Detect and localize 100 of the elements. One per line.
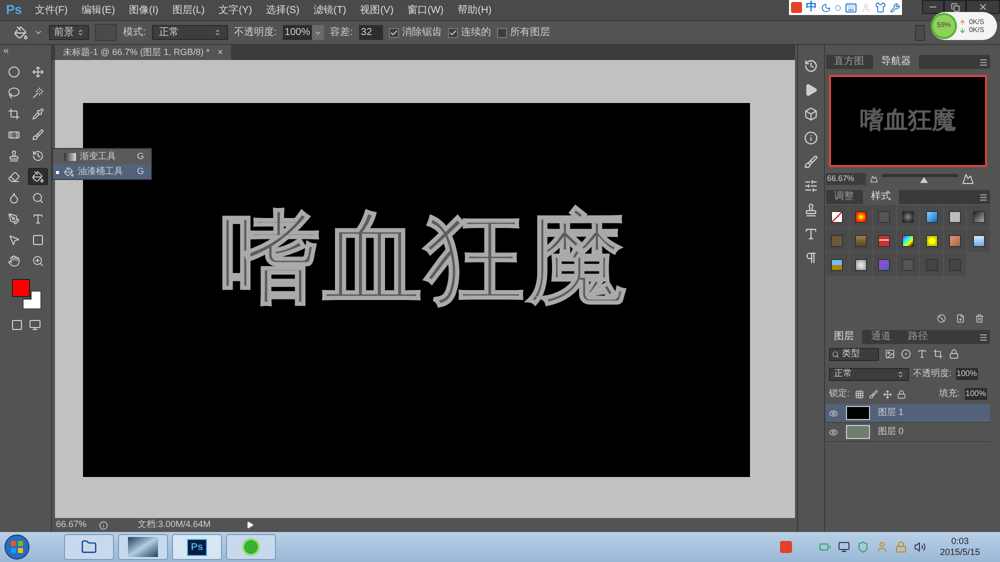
layer-row[interactable]: 图层 0 bbox=[826, 423, 990, 442]
option-checkbox[interactable] bbox=[448, 28, 458, 38]
close-tab-button[interactable]: × bbox=[218, 46, 223, 60]
panel-tab[interactable]: 图层 bbox=[826, 330, 862, 344]
background-color-swatch[interactable] bbox=[22, 291, 40, 309]
lock-pixels-icon[interactable] bbox=[868, 390, 878, 398]
zoom-slider-thumb[interactable] bbox=[920, 177, 928, 183]
style-swatch-icon[interactable] bbox=[878, 210, 890, 222]
paint-bucket-tool[interactable] bbox=[28, 168, 48, 185]
taskbar-app[interactable] bbox=[118, 534, 168, 560]
visibility-icon[interactable] bbox=[829, 408, 838, 418]
fill-field[interactable]: 100% bbox=[964, 388, 987, 400]
close-button[interactable] bbox=[966, 0, 1000, 14]
tolerance-field[interactable]: 32 bbox=[358, 25, 383, 40]
panel-menu-icon[interactable] bbox=[979, 332, 988, 342]
panel-menu-icon[interactable] bbox=[979, 192, 988, 202]
punctuation-icon[interactable] bbox=[835, 4, 841, 10]
minimize-button[interactable] bbox=[922, 0, 944, 14]
style-swatch-icon[interactable] bbox=[854, 210, 867, 222]
tool-presets-icon[interactable] bbox=[804, 203, 818, 217]
zoom-in-icon[interactable] bbox=[962, 173, 974, 185]
volume-icon[interactable] bbox=[914, 541, 926, 553]
sliders-icon[interactable] bbox=[804, 179, 818, 193]
foreground-color-swatch[interactable] bbox=[12, 279, 30, 297]
style-swatch-icon[interactable] bbox=[926, 234, 938, 246]
shirt-icon[interactable] bbox=[875, 2, 886, 13]
menu-item[interactable]: 图层(L) bbox=[165, 2, 212, 18]
navigator-zoom[interactable]: 66.67% bbox=[826, 173, 866, 185]
taskbar-app[interactable] bbox=[64, 534, 114, 560]
fill-source-select[interactable]: 前景 bbox=[49, 25, 89, 40]
menu-item[interactable]: 编辑(E) bbox=[74, 2, 122, 18]
menu-item[interactable]: 选择(S) bbox=[259, 2, 306, 18]
panel-tab[interactable]: 样式 bbox=[863, 190, 899, 204]
menu-item[interactable]: 窗口(W) bbox=[400, 2, 451, 18]
menu-item[interactable]: 滤镜(T) bbox=[306, 2, 354, 18]
style-swatch-icon[interactable] bbox=[854, 258, 867, 270]
mode-select[interactable]: 正常 bbox=[152, 25, 228, 40]
monitor-icon[interactable] bbox=[838, 541, 850, 553]
menu-item[interactable]: 图像(I) bbox=[122, 2, 166, 18]
zoom-out-icon[interactable] bbox=[870, 175, 878, 183]
style-swatch-icon[interactable] bbox=[902, 234, 914, 246]
option-checkbox[interactable] bbox=[496, 28, 507, 38]
taskbar-app[interactable]: Ps bbox=[172, 534, 222, 560]
delete-icon[interactable] bbox=[975, 314, 984, 323]
flyout-item[interactable]: 油漆桶工具 G bbox=[53, 164, 151, 179]
style-swatch-icon[interactable] bbox=[949, 234, 962, 246]
style-swatch-icon[interactable] bbox=[972, 234, 985, 246]
flyout-item[interactable]: 渐变工具 G bbox=[53, 149, 151, 164]
menu-item[interactable]: 视图(V) bbox=[353, 2, 401, 18]
quick-mask-icon[interactable] bbox=[10, 319, 22, 331]
screen-mode-icon[interactable] bbox=[28, 319, 40, 331]
status-info-icon[interactable] bbox=[98, 520, 108, 530]
character-panel-icon[interactable] bbox=[804, 227, 818, 241]
smart-object-filter-icon[interactable] bbox=[949, 349, 959, 359]
pixel-filter-icon[interactable] bbox=[885, 349, 895, 359]
info-panel-icon[interactable] bbox=[804, 131, 818, 145]
option-checkbox[interactable] bbox=[388, 28, 399, 38]
style-swatch-icon[interactable] bbox=[831, 234, 844, 246]
lock-position-icon[interactable] bbox=[882, 390, 892, 398]
document-tab[interactable]: 未标题-1 @ 66.7% (图层 1, RGB/8) * × bbox=[55, 45, 231, 60]
style-swatch-icon[interactable] bbox=[926, 210, 938, 222]
brush-presets-icon[interactable] bbox=[804, 155, 818, 169]
style-swatch-icon[interactable] bbox=[949, 210, 962, 222]
shape-filter-icon[interactable] bbox=[933, 349, 943, 359]
style-swatch-icon[interactable] bbox=[972, 210, 985, 222]
new-style-icon[interactable] bbox=[956, 314, 965, 323]
wrench-icon[interactable] bbox=[890, 2, 900, 12]
style-swatch-icon[interactable] bbox=[831, 258, 844, 270]
style-swatch-icon[interactable] bbox=[902, 258, 914, 270]
actions-panel-icon[interactable] bbox=[804, 83, 818, 97]
adjustment-filter-icon[interactable] bbox=[901, 349, 911, 359]
history-panel-icon[interactable] bbox=[804, 59, 818, 73]
panel-menu-icon[interactable] bbox=[979, 58, 988, 66]
style-swatch-icon[interactable] bbox=[878, 234, 890, 246]
blend-mode-select[interactable]: 正常 bbox=[829, 368, 909, 380]
moon-icon[interactable] bbox=[821, 2, 831, 12]
menu-item[interactable]: 文件(F) bbox=[28, 2, 75, 18]
paint-bucket-icon[interactable] bbox=[14, 26, 28, 40]
start-button-icon[interactable] bbox=[4, 534, 30, 560]
layer-row[interactable]: 图层 1 bbox=[826, 404, 990, 423]
style-swatch-icon[interactable] bbox=[878, 258, 890, 270]
ime-mode-label[interactable]: 中 bbox=[806, 2, 817, 13]
clear-style-icon[interactable] bbox=[937, 314, 946, 323]
style-swatch-icon[interactable] bbox=[831, 210, 844, 222]
panel-tab[interactable]: 导航器 bbox=[873, 55, 919, 69]
status-menu-arrow-icon[interactable] bbox=[246, 521, 254, 529]
cube-icon[interactable] bbox=[804, 107, 818, 121]
menu-item[interactable]: 帮助(H) bbox=[450, 2, 499, 18]
menu-item[interactable]: 文字(Y) bbox=[212, 2, 260, 18]
collapse-icon[interactable] bbox=[2, 47, 10, 55]
lock-all-icon[interactable] bbox=[896, 390, 906, 398]
style-swatch-icon[interactable] bbox=[854, 234, 867, 246]
paragraph-panel-icon[interactable] bbox=[804, 251, 818, 265]
layer-filter-select[interactable]: 类型 bbox=[829, 348, 879, 360]
keyboard-icon[interactable] bbox=[845, 2, 857, 14]
style-swatch-icon[interactable] bbox=[902, 210, 914, 222]
layer-opacity-field[interactable]: 100% bbox=[956, 368, 978, 380]
tool-preset-caret-icon[interactable] bbox=[34, 28, 43, 37]
visibility-icon[interactable] bbox=[829, 428, 838, 436]
type-filter-icon[interactable] bbox=[917, 349, 927, 359]
